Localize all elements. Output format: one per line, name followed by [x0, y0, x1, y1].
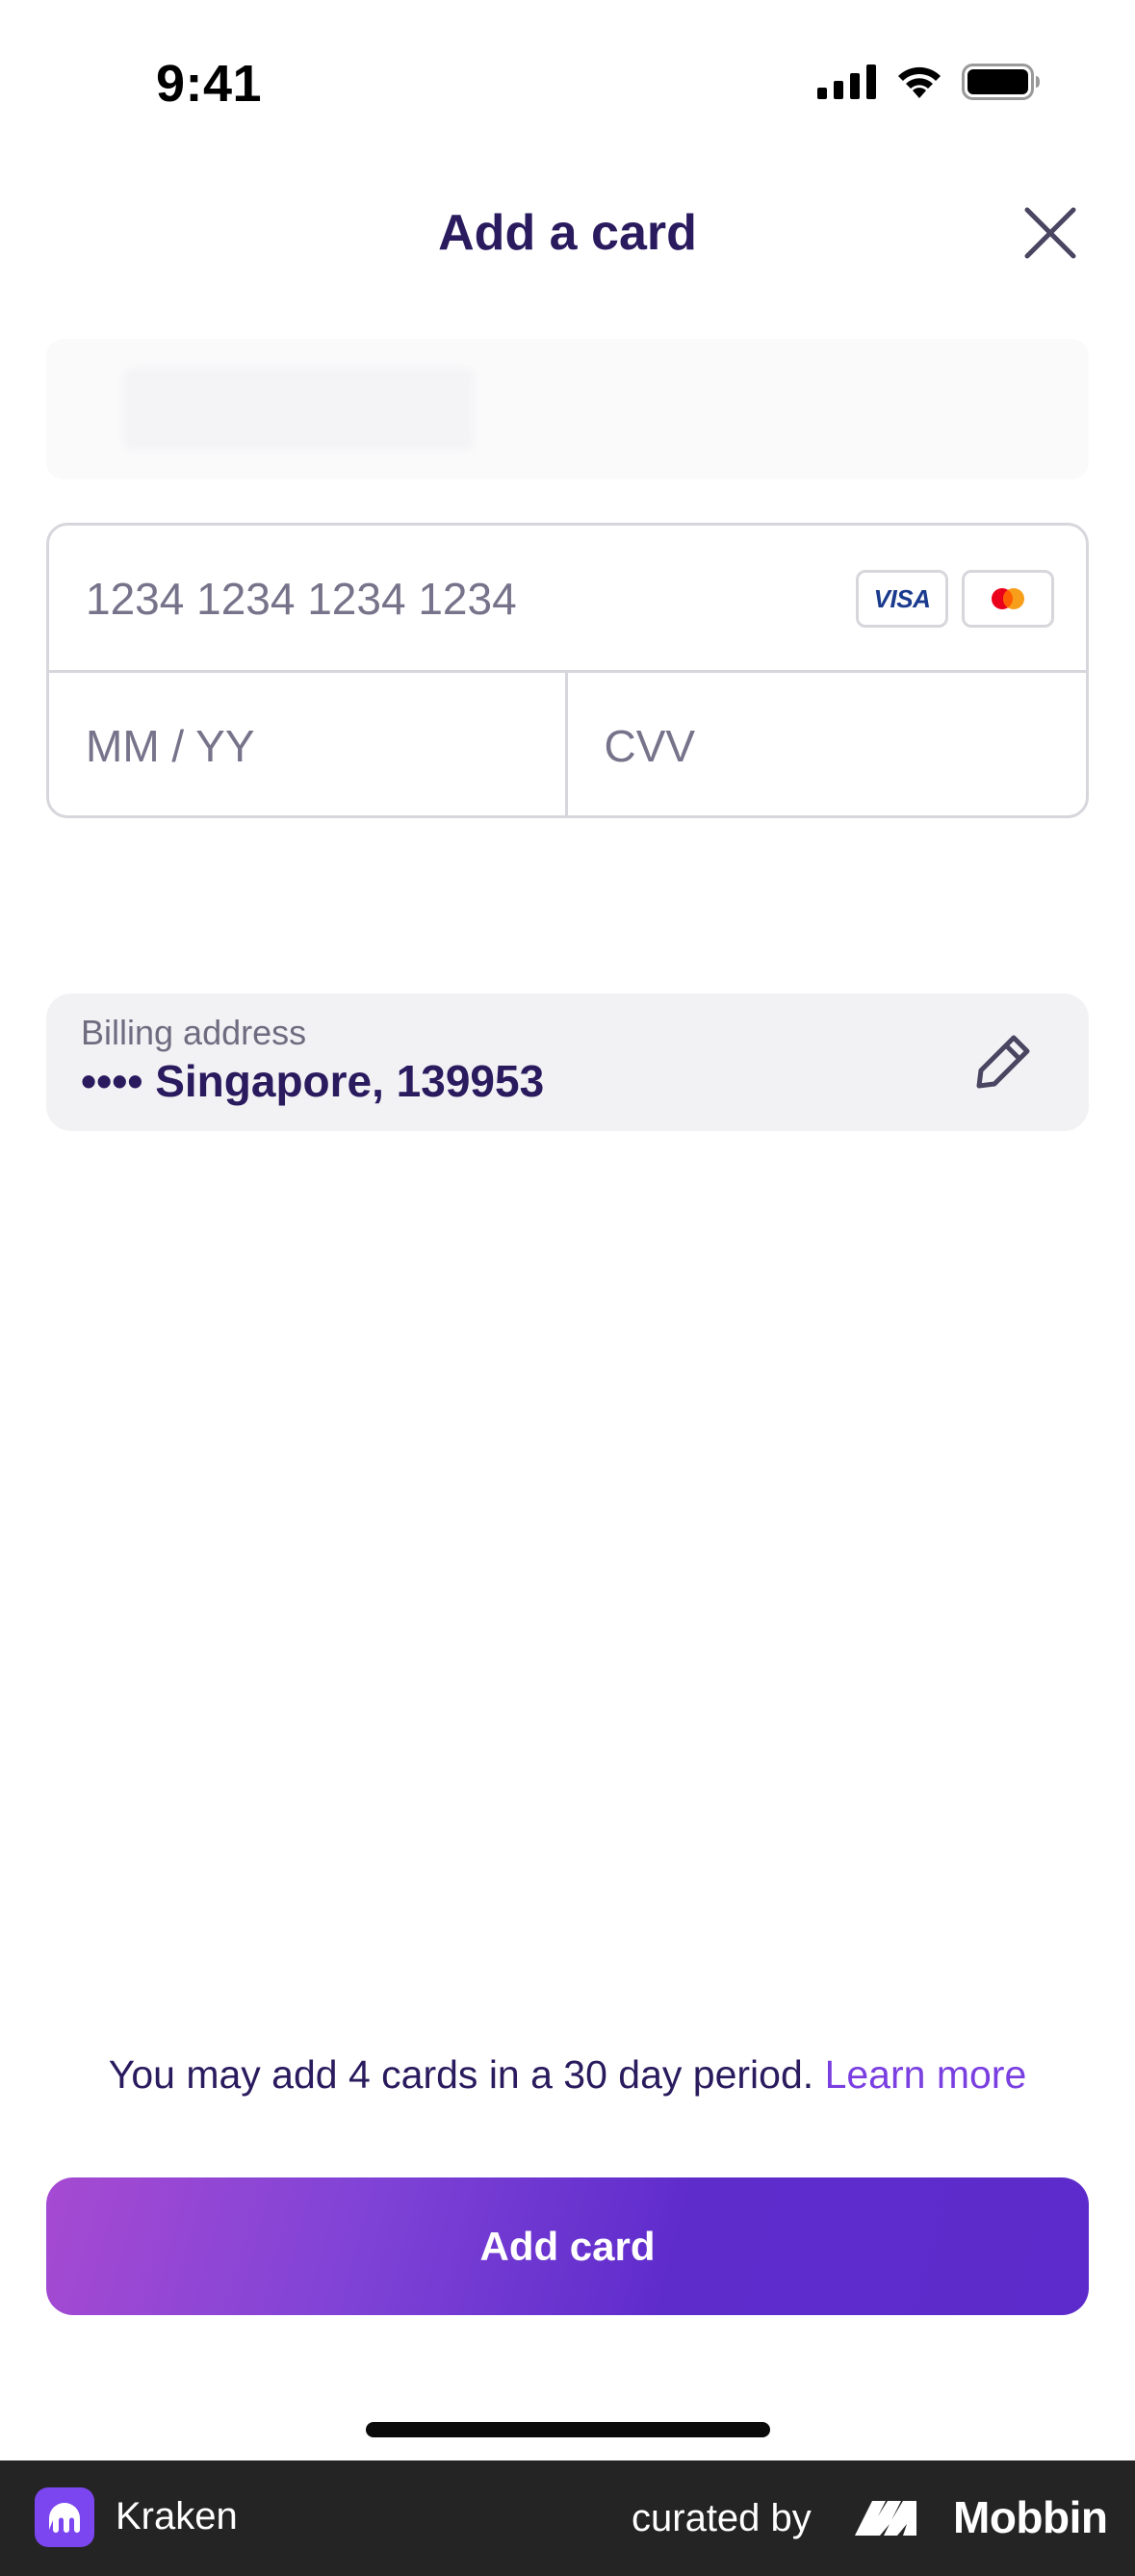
- visa-logo-text: VISA: [873, 583, 931, 613]
- add-card-button[interactable]: Add card: [46, 2177, 1089, 2315]
- cellular-signal-icon: [817, 64, 876, 99]
- visa-badge: VISA: [856, 570, 948, 628]
- expiry-date-input[interactable]: [86, 715, 509, 777]
- billing-address-value: •••• Singapore, 139953: [81, 1056, 545, 1106]
- wifi-icon: [898, 66, 941, 98]
- footer-curated-by: curated by: [632, 2497, 812, 2539]
- mastercard-icon: [992, 588, 1024, 609]
- close-icon: [1024, 207, 1076, 259]
- status-icons: [817, 64, 1041, 100]
- page-title: Add a card: [438, 205, 697, 261]
- kraken-app-icon: [35, 2487, 94, 2547]
- card-brand-logos: VISA: [856, 570, 1054, 628]
- cvv-input[interactable]: [604, 715, 1028, 777]
- footer-banner: Kraken curated by Mobbin: [0, 2460, 1135, 2576]
- mobbin-brand: Mobbin: [853, 2491, 1108, 2543]
- mastercard-badge: [962, 570, 1054, 628]
- mobbin-logo-icon: [855, 2501, 916, 2536]
- expiry-cvv-row: [49, 673, 1087, 815]
- footer-app-name: Kraken: [116, 2495, 238, 2537]
- card-limit-text: You may add 4 cards in a 30 day period.: [108, 2052, 814, 2097]
- card-entry-form: VISA: [46, 523, 1089, 818]
- status-time: 9:41: [156, 55, 263, 113]
- mobbin-brand-name: Mobbin: [953, 2492, 1108, 2542]
- cvv-cell: [568, 673, 1087, 815]
- home-indicator[interactable]: [366, 2422, 770, 2437]
- billing-address-label: Billing address: [81, 1013, 307, 1052]
- pencil-icon[interactable]: [971, 1030, 1035, 1094]
- modal-header: Add a card: [0, 183, 1135, 283]
- close-button[interactable]: [1019, 202, 1081, 264]
- billing-address-card[interactable]: Billing address •••• Singapore, 139953: [46, 993, 1089, 1131]
- expiry-cell: [49, 673, 568, 815]
- card-number-row: VISA: [49, 526, 1086, 673]
- status-bar: 9:41: [0, 0, 1135, 168]
- loading-placeholder: [46, 339, 1089, 479]
- loading-placeholder-bar: [123, 368, 474, 451]
- kraken-logo-icon: [49, 2503, 80, 2533]
- learn-more-link[interactable]: Learn more: [825, 2052, 1027, 2097]
- card-number-input[interactable]: [86, 568, 856, 630]
- card-limit-note: You may add 4 cards in a 30 day period. …: [0, 2052, 1135, 2098]
- battery-icon: [962, 64, 1040, 100]
